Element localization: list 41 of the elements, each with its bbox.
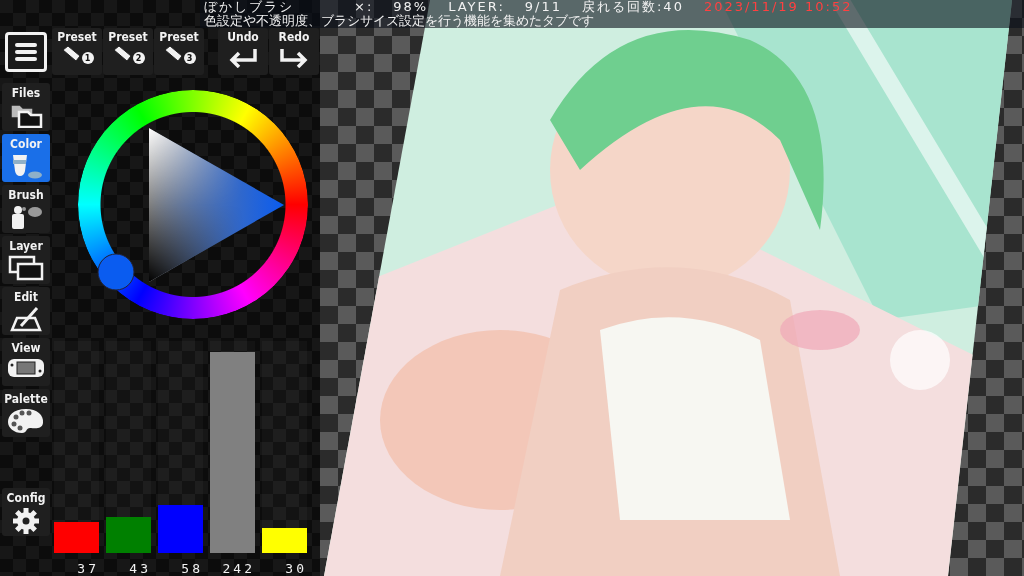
sidebar-tab[interactable]: Color xyxy=(2,134,50,182)
redo-button[interactable]: Redo xyxy=(269,28,319,75)
hue-thumb[interactable] xyxy=(97,253,135,291)
sidebar-tab[interactable]: Palette xyxy=(2,389,50,437)
brush-name: ぼかしブラシ xyxy=(204,0,294,14)
undo-count: 戻れる回数:40 xyxy=(582,0,684,14)
spray-can-icon xyxy=(9,204,43,230)
undo-button[interactable]: Undo xyxy=(218,28,268,75)
channel-track[interactable] xyxy=(106,341,151,553)
date-time: 2023/11/19 10:52 xyxy=(703,0,853,14)
undo-arrow-icon xyxy=(227,46,259,68)
layer-label: LAYER: xyxy=(448,0,505,14)
game-console-icon xyxy=(7,357,45,379)
zoom-value: 98% xyxy=(393,0,429,14)
layers-icon xyxy=(8,255,44,281)
sidebar-tab[interactable]: Brush xyxy=(2,185,50,233)
channel-track[interactable] xyxy=(158,341,203,553)
channel-value: 43 xyxy=(128,561,151,576)
redo-arrow-icon xyxy=(278,46,310,68)
sidebar-tab[interactable]: Edit xyxy=(2,287,50,335)
channel-value: 37 xyxy=(76,561,99,576)
palette-icon xyxy=(7,408,45,434)
folder-icon xyxy=(9,102,43,128)
zoom-label: ×: xyxy=(354,0,374,14)
channel-value: 242 xyxy=(221,561,255,576)
preset-button[interactable]: Preset 2 xyxy=(103,28,153,75)
menu-button[interactable] xyxy=(5,32,47,72)
sidebar-tab[interactable]: View xyxy=(2,338,50,386)
channel-value: 58 xyxy=(180,561,203,576)
channel-value: 30 xyxy=(284,561,307,576)
layer-count: 9/11 xyxy=(524,0,562,14)
tab-hint: 色設定や不透明度、ブラシサイズ設定を行う機能を集めたタブです xyxy=(204,14,594,28)
channel-track[interactable] xyxy=(54,341,99,553)
tablet-pen-icon xyxy=(9,306,43,332)
preset-button[interactable]: Preset 1 xyxy=(52,28,102,75)
sidebar-tab[interactable]: Files xyxy=(2,83,50,131)
channel-track[interactable] xyxy=(262,341,307,553)
preset-button[interactable]: Preset 3 xyxy=(154,28,204,75)
sidebar-tab[interactable]: Config xyxy=(2,488,50,536)
settings-icon xyxy=(12,507,40,535)
sidebar-tab[interactable]: Layer xyxy=(2,236,50,284)
